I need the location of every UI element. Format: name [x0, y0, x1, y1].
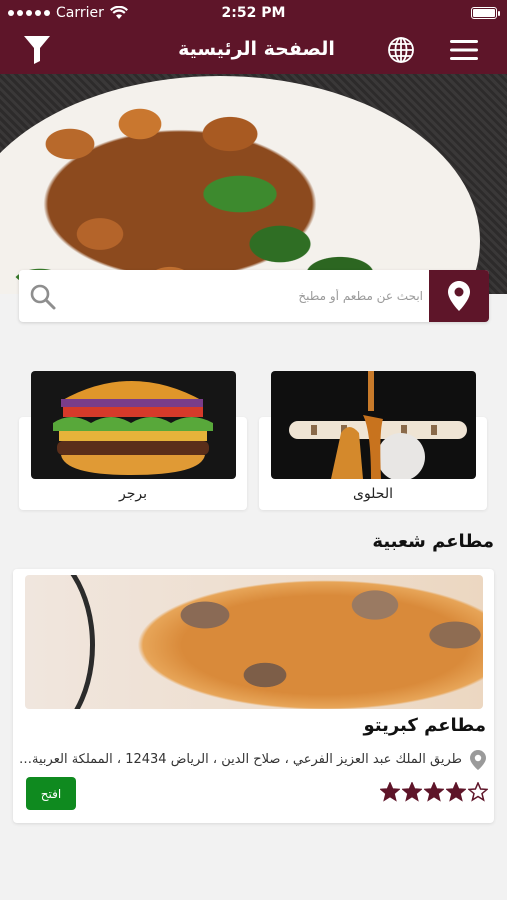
category-image-dessert[interactable]	[271, 371, 476, 479]
dessert-illustration	[289, 371, 467, 479]
menu-icon	[450, 40, 478, 60]
location-button[interactable]	[429, 270, 489, 322]
plate-rim	[25, 575, 95, 709]
address-pin-icon	[470, 750, 486, 770]
globe-icon	[388, 37, 414, 63]
star-filled-icon	[402, 782, 422, 802]
battery-icon	[471, 7, 500, 19]
star-empty-icon	[468, 782, 488, 802]
restaurant-name[interactable]: مطاعم كبريتو	[363, 715, 486, 736]
category-image-burger[interactable]	[31, 371, 236, 479]
section-title: مطاعم شعبية	[372, 531, 494, 552]
menu-button[interactable]	[448, 34, 480, 66]
category-label: الحلوى	[352, 486, 394, 502]
hero-image	[0, 74, 507, 294]
burger-illustration	[53, 381, 213, 475]
restaurant-image[interactable]	[25, 575, 483, 709]
star-filled-icon	[424, 782, 444, 802]
location-pin-icon	[448, 281, 470, 311]
search-bar	[19, 270, 489, 322]
status-bar: Carrier 2:52 PM	[0, 0, 507, 26]
category-label: برجر	[119, 486, 147, 502]
rating-stars	[380, 782, 488, 802]
language-button[interactable]	[385, 34, 417, 66]
star-filled-icon	[380, 782, 400, 802]
page-title: الصفحة الرئيسية	[178, 38, 335, 60]
search-input[interactable]	[79, 284, 423, 308]
restaurant-address: طريق الملك عبد العزيز الفرعي ، صلاح الدي…	[17, 752, 462, 767]
restaurant-card[interactable]: مطاعم كبريتو طريق الملك عبد العزيز الفرع…	[13, 569, 494, 823]
search-icon[interactable]	[29, 283, 57, 311]
nav-bar: الصفحة الرئيسية	[0, 26, 507, 74]
open-status-button[interactable]: افتح	[26, 777, 76, 810]
star-filled-icon	[446, 782, 466, 802]
status-time: 2:52 PM	[221, 5, 286, 21]
